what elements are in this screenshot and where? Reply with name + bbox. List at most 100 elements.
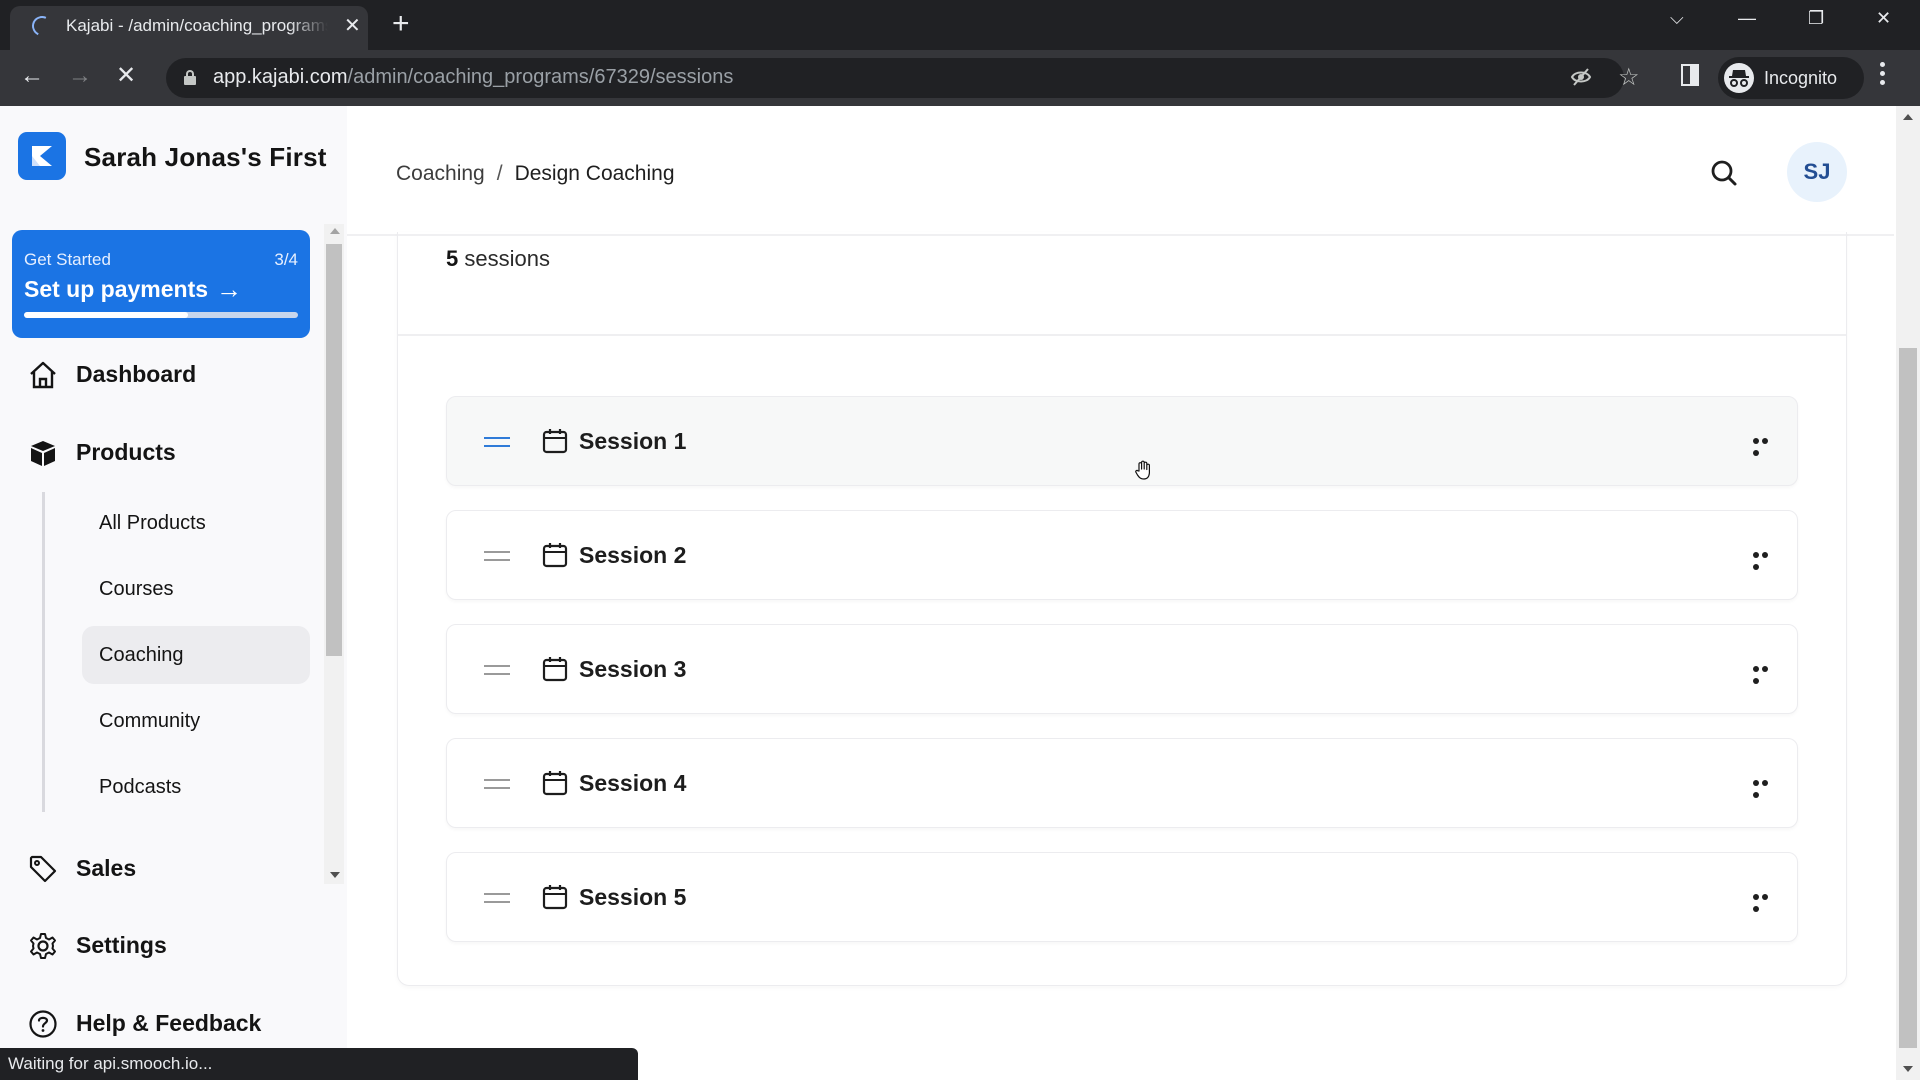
drag-handle-icon[interactable] [484, 779, 510, 789]
kajabi-logo-icon[interactable] [18, 132, 66, 180]
sidebar-scroll-thumb[interactable] [326, 244, 342, 656]
forward-button[interactable]: → [68, 62, 92, 90]
session-row[interactable]: Session 3 [446, 624, 1798, 714]
close-icon[interactable]: ✕ [344, 15, 361, 37]
window-close-button[interactable]: ✕ [1876, 8, 1891, 29]
calendar-icon [542, 656, 568, 682]
calendar-icon [542, 542, 568, 568]
site-name[interactable]: Sarah Jonas's First [84, 142, 327, 173]
browser-tab-bar: Kajabi - /admin/coaching_programs/67329/… [0, 0, 1920, 50]
sidebar-item-label: Dashboard [76, 361, 197, 387]
new-tab-button[interactable]: + [392, 8, 410, 40]
more-options-icon[interactable] [1751, 660, 1777, 684]
search-icon[interactable] [1709, 158, 1739, 188]
session-title[interactable]: Session 4 [579, 770, 686, 797]
page-scrollbar[interactable] [1896, 106, 1920, 1080]
scroll-up-arrow-icon[interactable] [1903, 114, 1913, 120]
back-button[interactable]: ← [20, 62, 44, 90]
calendar-icon [542, 428, 568, 454]
sidebar-item-label: Sales [76, 855, 137, 881]
sidebar-subitem-label: Coaching [99, 644, 184, 666]
drag-handle-icon[interactable] [484, 893, 510, 903]
more-options-icon[interactable] [1751, 432, 1777, 456]
arrow-right-icon: → [216, 274, 242, 304]
sidebar-scrollbar[interactable] [324, 224, 344, 884]
browser-tab[interactable]: Kajabi - /admin/coaching_programs/67329/… [10, 6, 368, 50]
box-icon [28, 438, 58, 468]
calendar-icon [542, 770, 568, 796]
session-title[interactable]: Session 1 [579, 428, 686, 455]
tag-icon [28, 854, 58, 884]
breadcrumb-coaching-link[interactable]: Coaching [396, 162, 485, 185]
sidebar: Sarah Jonas's First Get Started 3/4 Set … [0, 106, 347, 1080]
get-started-card[interactable]: Get Started 3/4 Set up payments → [12, 230, 310, 338]
tab-search-button[interactable]: ⌵ [1670, 8, 1684, 29]
sidebar-subitem-courses[interactable]: Courses [82, 560, 310, 618]
more-options-icon[interactable] [1751, 546, 1777, 570]
sidebar-item-products[interactable]: Products [28, 430, 308, 474]
incognito-label: Incognito [1764, 68, 1838, 88]
incognito-profile-button[interactable]: Incognito [1718, 57, 1864, 99]
home-icon [28, 360, 58, 390]
tab-title: Kajabi - /admin/coaching_programs/67329/… [66, 16, 328, 35]
scroll-down-arrow-icon[interactable] [330, 872, 340, 878]
sidebar-item-dashboard[interactable]: Dashboard [28, 352, 308, 396]
url-text[interactable]: app.kajabi.com/admin/coaching_programs/6… [213, 66, 733, 89]
main-content: 5 sessions Session 1 Session 2 Session 3… [347, 232, 1894, 1080]
eye-off-icon[interactable] [1570, 66, 1592, 94]
status-text: Waiting for api.smooch.io... [8, 1054, 213, 1073]
divider [398, 334, 1846, 336]
sidebar-item-label: Settings [76, 932, 167, 958]
sessions-card: 5 sessions Session 1 Session 2 Session 3… [397, 232, 1847, 986]
session-count: 5 sessions [446, 246, 550, 271]
minimize-button[interactable]: — [1738, 8, 1756, 29]
breadcrumb-separator: / [496, 162, 503, 185]
session-row[interactable]: Session 4 [446, 738, 1798, 828]
sidebar-subitem-coaching[interactable]: Coaching [82, 626, 310, 684]
session-title[interactable]: Session 5 [579, 884, 686, 911]
sidebar-subitem-label: Courses [99, 578, 174, 600]
drag-handle-icon[interactable] [484, 551, 510, 561]
sidebar-subitem-all-products[interactable]: All Products [82, 494, 310, 552]
help-icon [28, 1009, 58, 1039]
more-options-icon[interactable] [1751, 888, 1777, 912]
get-started-progress [24, 312, 298, 318]
browser-status-bar: Waiting for api.smooch.io... [0, 1048, 638, 1080]
address-bar[interactable]: app.kajabi.com/admin/coaching_programs/6… [166, 58, 1640, 98]
stop-button[interactable]: ✕ [116, 62, 136, 90]
sidebar-subitem-podcasts[interactable]: Podcasts [82, 758, 310, 816]
sidebar-item-sales[interactable]: Sales [28, 846, 308, 890]
sidebar-item-label: Help & Feedback [76, 1010, 262, 1036]
lock-icon[interactable] [184, 70, 196, 85]
get-started-title: Set up payments [24, 276, 209, 302]
loading-spinner-icon [29, 13, 55, 39]
sidebar-item-label: Products [76, 439, 176, 465]
incognito-icon [1724, 63, 1754, 93]
scroll-down-arrow-icon[interactable] [1903, 1066, 1913, 1072]
sidebar-item-help-feedback[interactable]: Help & Feedback [28, 1001, 308, 1045]
scroll-up-arrow-icon[interactable] [330, 228, 340, 234]
subnav-divider [42, 492, 45, 812]
more-options-icon[interactable] [1751, 774, 1777, 798]
session-row[interactable]: Session 5 [446, 852, 1798, 942]
session-title[interactable]: Session 2 [579, 542, 686, 569]
sidebar-subitem-label: All Products [99, 512, 206, 534]
session-row[interactable]: Session 2 [446, 510, 1798, 600]
sidebar-subitem-label: Community [99, 710, 201, 732]
page-header: Coaching / Design Coaching SJ [347, 106, 1894, 236]
session-row[interactable]: Session 1 [446, 396, 1798, 486]
get-started-kicker: Get Started [24, 250, 111, 269]
sidebar-subitem-label: Podcasts [99, 776, 182, 798]
avatar[interactable]: SJ [1787, 142, 1847, 202]
restore-button[interactable]: ❐ [1808, 8, 1824, 29]
drag-handle-icon[interactable] [484, 437, 510, 447]
side-panel-icon[interactable] [1681, 64, 1699, 86]
kebab-menu-icon[interactable] [1880, 62, 1886, 90]
star-icon[interactable]: ☆ [1618, 63, 1640, 92]
sidebar-subitem-community[interactable]: Community [82, 692, 310, 750]
gear-icon [28, 931, 58, 961]
sidebar-item-settings[interactable]: Settings [28, 923, 308, 967]
page-scroll-thumb[interactable] [1899, 348, 1917, 1048]
session-title[interactable]: Session 3 [579, 656, 686, 683]
drag-handle-icon[interactable] [484, 665, 510, 675]
